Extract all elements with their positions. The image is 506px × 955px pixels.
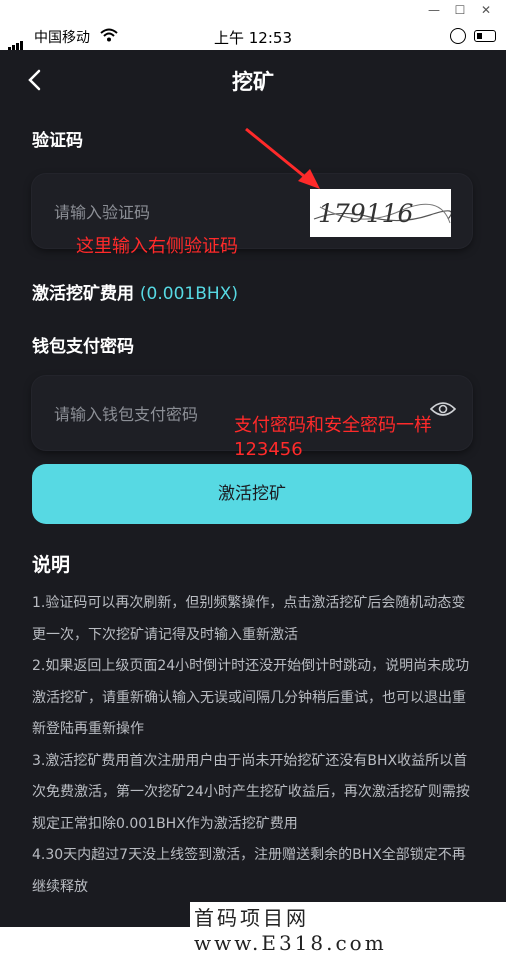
- fee-label: 激活挖矿费用 (0.001BHX): [32, 279, 238, 304]
- description-item: 2.如果返回上级页面24小时倒计时还没开始倒计时跳动，说明尚未成功激活挖矿，请重…: [32, 658, 470, 737]
- description-item: 4.30天内超过7天没上线签到激活，注册赠送剩余的BHX全部锁定不再继续释放: [32, 847, 466, 895]
- password-annotation-line1: 支付密码和安全密码一样: [234, 415, 432, 436]
- captcha-label: 验证码: [32, 131, 83, 151]
- description-item: 3.激活挖矿费用首次注册用户由于尚未开始挖矿还没有BHX收益所以首次免费激活，第…: [32, 752, 470, 832]
- password-annotation-line2: 123456: [234, 439, 303, 460]
- red-arrow-annotation: [245, 127, 320, 189]
- watermark: 首码项目网 www.E318.com: [190, 902, 506, 955]
- status-time: 上午 12:53: [214, 29, 292, 47]
- status-bar: 中国移动 上午 12:53: [0, 22, 506, 51]
- page-title: 挖矿: [232, 70, 274, 94]
- maximize-icon[interactable]: ☐: [450, 2, 470, 18]
- window-title-bar: — ☐ ✕: [0, 0, 506, 22]
- description-list: 1.验证码可以再次刷新，但别频繁操作，点击激活挖矿后会随机动态变更一次，下次挖矿…: [32, 588, 472, 903]
- password-label: 钱包支付密码: [32, 337, 134, 357]
- captcha-text: 179116: [318, 199, 414, 228]
- eye-icon[interactable]: [430, 400, 456, 418]
- fee-value: (0.001BHX): [139, 284, 238, 304]
- captcha-annotation: 这里输入右侧验证码: [76, 236, 238, 257]
- password-placeholder: 请输入钱包支付密码: [54, 405, 199, 424]
- description-item: 1.验证码可以再次刷新，但别频繁操作，点击激活挖矿后会随机动态变更一次，下次挖矿…: [32, 595, 466, 643]
- rotation-lock-icon: [450, 28, 466, 44]
- captcha-image[interactable]: 179116: [310, 189, 452, 237]
- battery-icon: [474, 30, 496, 42]
- description-heading: 说明: [32, 554, 71, 576]
- mining-page: 挖矿 验证码 请输入验证码 179116 这里输入右侧验证码 激活挖矿费用 (0…: [0, 50, 506, 927]
- minimize-icon[interactable]: —: [424, 2, 444, 18]
- fee-label-text: 激活挖矿费用: [32, 284, 134, 304]
- activate-mining-button[interactable]: 激活挖矿: [32, 464, 472, 524]
- captcha-placeholder: 请输入验证码: [54, 203, 151, 222]
- close-icon[interactable]: ✕: [476, 2, 496, 18]
